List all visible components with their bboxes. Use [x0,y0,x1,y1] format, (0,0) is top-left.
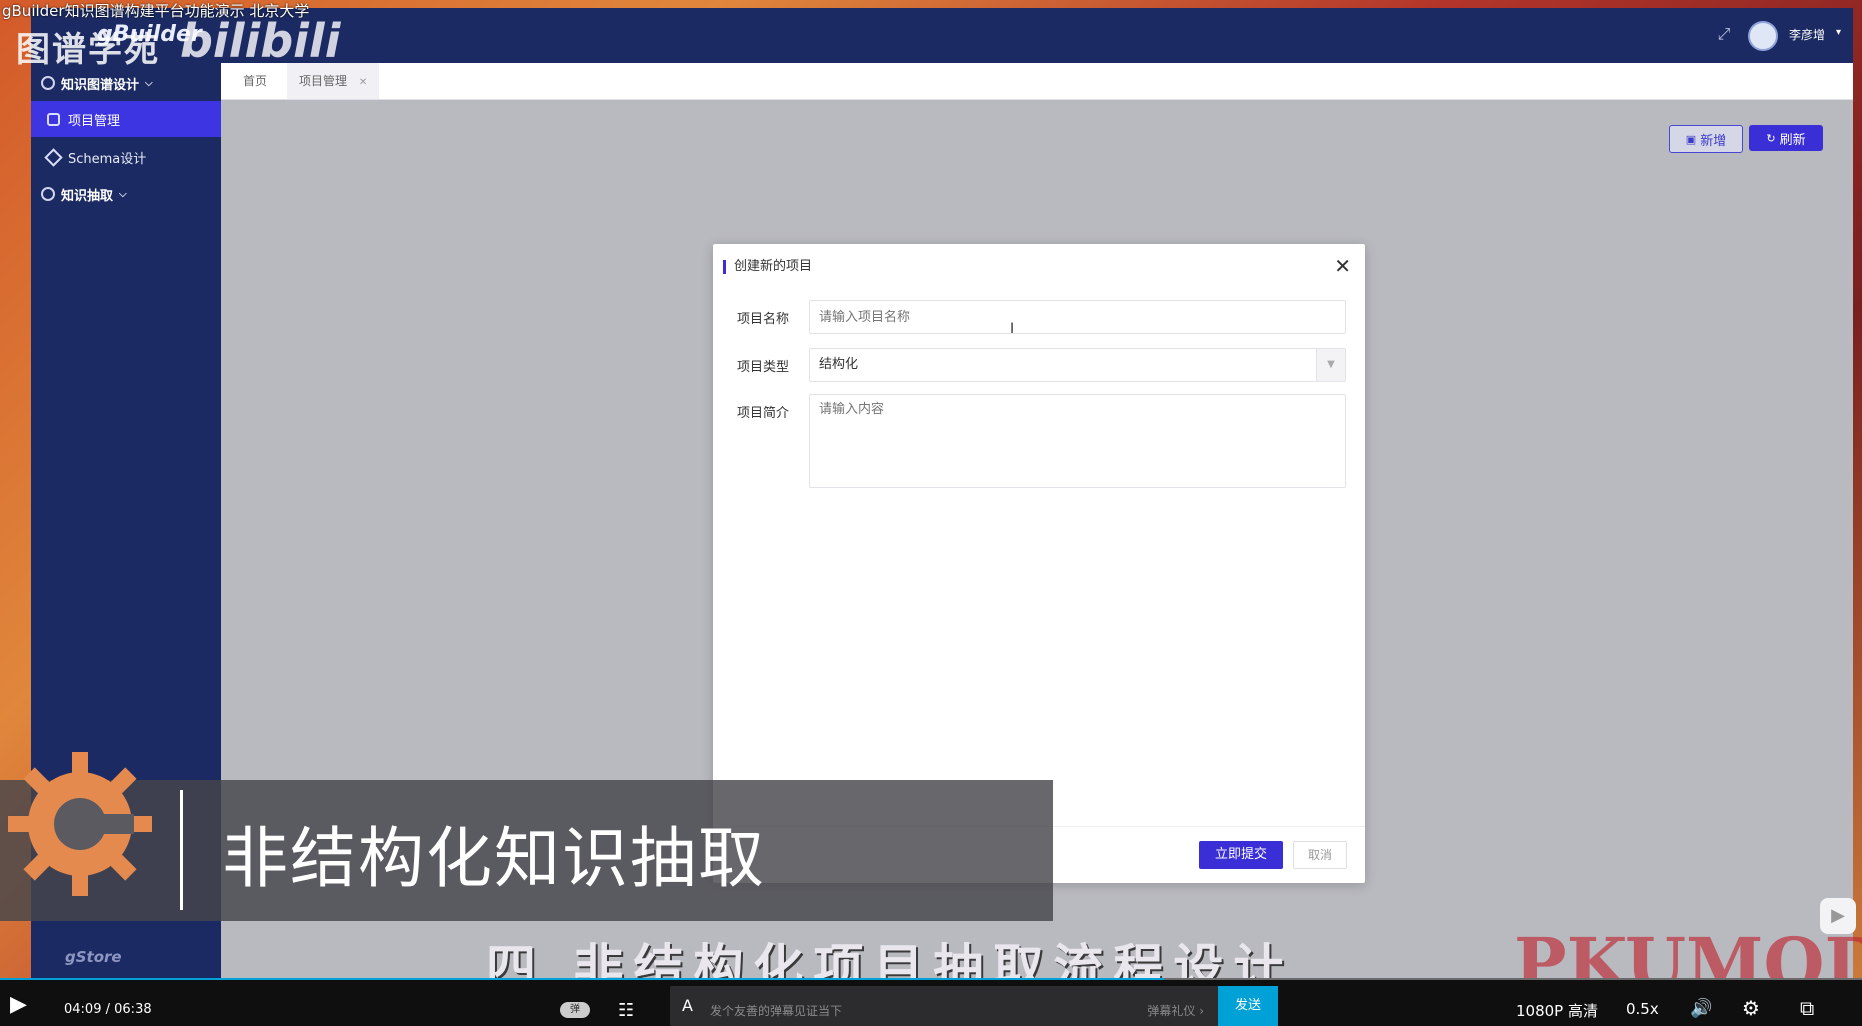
current-time: 04:09 [64,1002,102,1017]
site-watermark: 图谱学苑 [16,30,160,70]
duration: 06:38 [114,1002,152,1017]
refresh-icon: ↻ [1766,131,1776,145]
volume-icon[interactable]: 🔊 [1690,998,1712,1019]
danmaku-placeholder: 发个友善的弹幕见证当下 [710,1004,843,1018]
quality-selector[interactable]: 1080P 高清 [1516,1000,1598,1021]
tab-bar: 首页 项目管理 ✕ [221,63,1853,100]
send-button[interactable]: 发送 [1218,986,1278,1026]
video-player-controls: ▶ 04:09 / 06:38 弹 ☷ A 发个友善的弹幕见证当下 弹幕礼仪 ›… [0,980,1862,1026]
sidebar-item-schema-design[interactable]: Schema设计 [31,139,221,175]
danmaku-etiquette-link[interactable]: 弹幕礼仪 › [1147,1002,1204,1019]
text-style-icon[interactable]: A [682,996,693,1015]
project-name-label: 项目名称 [737,312,790,327]
danmaku-input[interactable]: A 发个友善的弹幕见证当下 弹幕礼仪 › [670,986,1218,1026]
mini-player-icon[interactable]: ▶ [1820,898,1856,934]
project-type-label: 项目类型 [737,360,790,375]
gear-logo-icon [8,752,152,896]
refresh-button-label: 刷新 [1779,132,1806,148]
dialog-title: 创建新的项目 [723,260,812,274]
project-name-input[interactable] [809,300,1346,334]
add-button-label: 新增 [1700,133,1727,149]
text-cursor-icon: I [1010,321,1015,337]
close-icon[interactable]: ✕ [1334,254,1351,278]
close-icon[interactable]: ✕ [359,77,367,88]
chevron-down-icon: ⌵ [145,77,153,89]
sidebar-item-label: 项目管理 [68,113,121,129]
speed-selector[interactable]: 0.5x [1626,1000,1659,1018]
camera-icon [47,112,60,126]
tools-icon [44,147,63,167]
submit-button[interactable]: 立即提交 [1199,841,1283,869]
project-intro-textarea[interactable] [809,394,1346,488]
time-display: 04:09 / 06:38 [64,1002,152,1017]
fullscreen-icon[interactable]: ⤢ [1715,25,1733,43]
cancel-button[interactable]: 取消 [1293,841,1347,869]
tab-label: 项目管理 [299,74,348,88]
danmaku-toggle[interactable]: 弹 [560,1002,590,1018]
project-type-select[interactable]: 结构化 ▼ [809,348,1346,382]
plus-square-icon: ▣ [1685,132,1697,146]
design-icon [41,76,55,90]
play-icon[interactable]: ▶ [10,992,27,1017]
chevron-down-icon[interactable]: ▼ [1316,349,1345,381]
time-separator: / [105,1002,110,1017]
tab-project-management[interactable]: 项目管理 ✕ [287,63,380,99]
sidebar-group-extract[interactable]: 知识抽取 ⌵ [31,176,221,212]
sidebar-group-label: 知识图谱设计 [61,77,140,93]
sidebar-group-label: 知识抽取 [61,188,114,204]
bilibili-watermark: bilibili [180,14,341,68]
chapter-title: 非结构化知识抽取 [222,820,766,897]
extract-icon [41,187,55,201]
user-name[interactable]: 李彦增 [1789,26,1825,43]
chevron-down-icon[interactable]: ▾ [1836,27,1841,38]
picture-in-picture-icon[interactable]: ⧉ [1800,996,1814,1020]
banner-divider [180,790,183,910]
chevron-down-icon: ⌵ [119,188,127,200]
sidebar-item-project-management[interactable]: 项目管理 [31,101,221,137]
add-button[interactable]: ▣ 新增 [1669,125,1743,153]
danmaku-settings-icon[interactable]: ☷ [618,1000,634,1021]
project-type-value: 结构化 [819,357,859,372]
project-intro-label: 项目简介 [737,406,790,421]
tab-home[interactable]: 首页 [231,63,279,99]
refresh-button[interactable]: ↻ 刷新 [1749,125,1823,151]
tab-label: 首页 [243,74,268,88]
powered-by-logo: gStore [65,948,122,966]
settings-icon[interactable]: ⚙ [1742,996,1760,1020]
avatar[interactable] [1748,21,1778,51]
sidebar-item-label: Schema设计 [68,151,147,167]
video-title: gBuilder知识图谱构建平台功能演示 北京大学 [2,2,310,20]
